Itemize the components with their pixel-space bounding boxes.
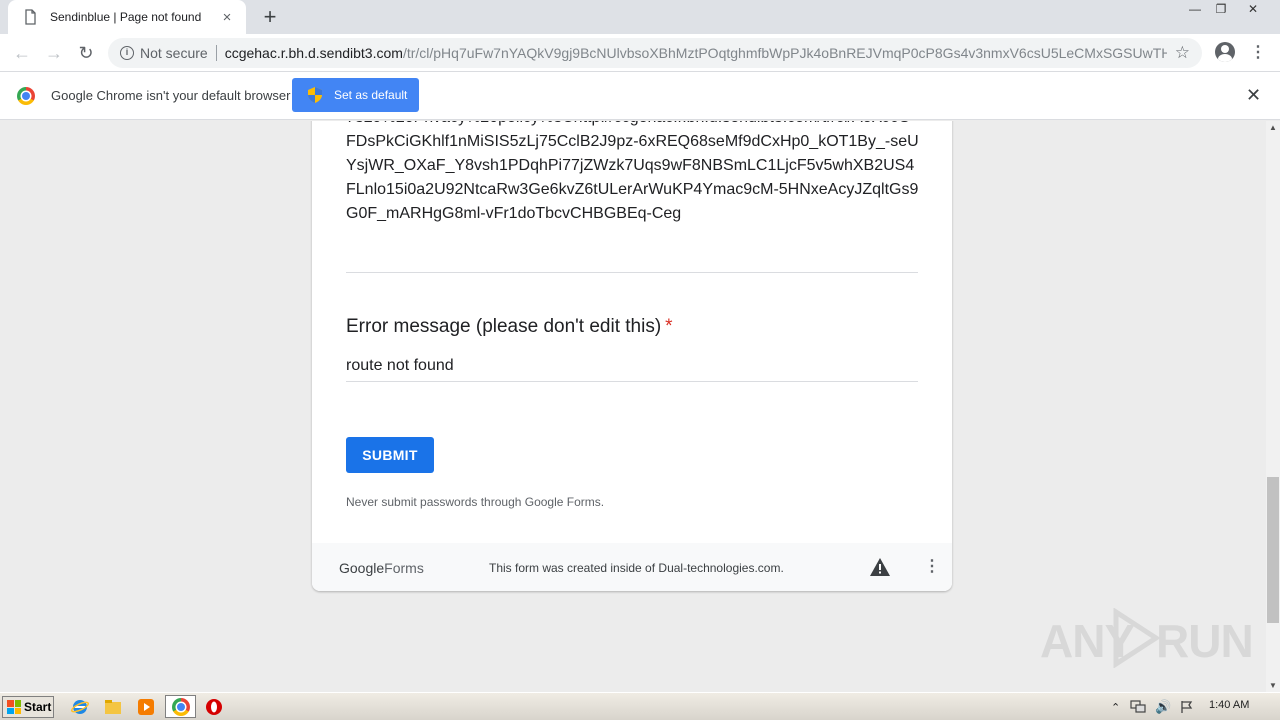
start-button[interactable]: Start bbox=[2, 696, 54, 718]
restore-button[interactable]: ❐ bbox=[1208, 0, 1234, 18]
windows-taskbar: Start ⌃ 🔊 1:40 AM bbox=[0, 692, 1280, 720]
menu-kebab-icon[interactable]: ⋮ bbox=[1250, 43, 1266, 63]
tray-expand-icon[interactable]: ⌃ bbox=[1111, 701, 1120, 714]
scroll-up-icon[interactable]: ▲ bbox=[1269, 123, 1277, 132]
volume-icon[interactable]: 🔊 bbox=[1155, 699, 1171, 715]
taskbar-clock[interactable]: 1:40 AM bbox=[1209, 699, 1249, 711]
privacy-policy-url-text: 7329%20Privacy%20policy%3Chttp://ccgehac… bbox=[346, 121, 919, 222]
default-browser-infobar: Google Chrome isn't your default browser… bbox=[0, 72, 1280, 120]
scrollbar-thumb[interactable] bbox=[1267, 477, 1279, 623]
browser-toolbar: ← → ↻ i Not secure ccgehac.r.bh.d.sendib… bbox=[0, 34, 1280, 72]
reload-icon[interactable]: ↻ bbox=[74, 41, 98, 65]
form-origin-text: This form was created inside of Dual-tec… bbox=[489, 561, 784, 575]
tab-title: Sendinblue | Page not found bbox=[50, 10, 202, 24]
error-message-input[interactable]: route not found bbox=[346, 357, 918, 382]
tab-close-icon[interactable]: × bbox=[218, 9, 236, 26]
security-label: Not secure bbox=[140, 45, 208, 61]
report-abuse-warning-icon[interactable] bbox=[870, 558, 890, 576]
google-forms-logo-google: Google bbox=[339, 560, 385, 576]
form-footer: GoogleForms This form was created inside… bbox=[312, 543, 952, 591]
set-as-default-label: Set as default bbox=[334, 88, 408, 102]
infobar-message: Google Chrome isn't your default browser bbox=[51, 88, 291, 103]
url-text[interactable]: ccgehac.r.bh.d.sendibt3.com/tr/cl/pHq7uF… bbox=[225, 45, 1167, 61]
watermark-right-text: RUN bbox=[1156, 615, 1254, 667]
windows-logo-icon bbox=[7, 700, 21, 714]
start-label: Start bbox=[24, 700, 52, 714]
minimize-button[interactable]: — bbox=[1182, 0, 1208, 18]
omnibox-separator bbox=[215, 45, 217, 61]
page-icon bbox=[25, 9, 36, 25]
page-scrollbar[interactable]: ▲ ▼ bbox=[1266, 121, 1280, 692]
forward-icon[interactable]: → bbox=[42, 41, 66, 65]
url-path: /tr/cl/pHq7uFw7nYAQkV9gj9BcNUlvbsoXBhMzt… bbox=[402, 45, 1167, 61]
account-icon[interactable] bbox=[1215, 42, 1235, 62]
uac-shield-icon bbox=[308, 87, 322, 103]
anyrun-watermark: ANY RUN bbox=[1040, 606, 1254, 670]
question-title-text: Error message (please don't edit this) bbox=[346, 316, 662, 337]
submit-button[interactable]: SUBMIT bbox=[346, 437, 434, 473]
url-host: ccgehac.r.bh.d.sendibt3.com bbox=[224, 45, 403, 61]
info-icon[interactable]: i bbox=[120, 46, 134, 60]
scroll-down-icon[interactable]: ▼ bbox=[1269, 681, 1277, 690]
question-title: Error message (please don't edit this) * bbox=[346, 316, 673, 338]
bookmark-star-icon[interactable]: ☆ bbox=[1175, 43, 1190, 63]
close-window-button[interactable]: ✕ bbox=[1240, 0, 1266, 18]
set-as-default-button[interactable]: Set as default bbox=[292, 78, 419, 112]
chrome-taskbar-icon bbox=[172, 698, 190, 716]
internet-explorer-icon[interactable] bbox=[71, 698, 89, 716]
network-icon[interactable] bbox=[1130, 700, 1146, 714]
watermark-play-icon bbox=[1113, 608, 1161, 668]
section-divider bbox=[346, 272, 918, 273]
google-forms-logo-forms: Forms bbox=[384, 560, 424, 576]
footer-more-icon[interactable]: ⋮ bbox=[924, 557, 940, 577]
infobar-close-icon[interactable]: ✕ bbox=[1246, 85, 1261, 106]
back-icon[interactable]: ← bbox=[10, 41, 34, 65]
tab-active[interactable]: Sendinblue | Page not found × bbox=[8, 0, 246, 34]
opera-icon[interactable] bbox=[205, 698, 223, 716]
address-bar[interactable]: i Not secure ccgehac.r.bh.d.sendibt3.com… bbox=[108, 38, 1202, 68]
file-explorer-icon[interactable] bbox=[104, 698, 122, 716]
action-center-flag-icon[interactable] bbox=[1180, 700, 1194, 714]
new-tab-button[interactable]: + bbox=[258, 5, 282, 29]
form-card: 7329%20Privacy%20policy%3Chttp://ccgehac… bbox=[312, 121, 952, 591]
media-player-icon[interactable] bbox=[137, 698, 155, 716]
password-notice: Never submit passwords through Google Fo… bbox=[346, 495, 605, 509]
system-tray: ⌃ 🔊 bbox=[1104, 697, 1276, 717]
google-forms-logo[interactable]: GoogleForms bbox=[339, 560, 424, 576]
chrome-taskbar-button[interactable] bbox=[165, 695, 196, 718]
tab-strip: Sendinblue | Page not found × + — ❐ ✕ bbox=[0, 0, 1280, 34]
required-mark: * bbox=[665, 316, 673, 337]
chrome-logo-icon bbox=[17, 87, 35, 105]
